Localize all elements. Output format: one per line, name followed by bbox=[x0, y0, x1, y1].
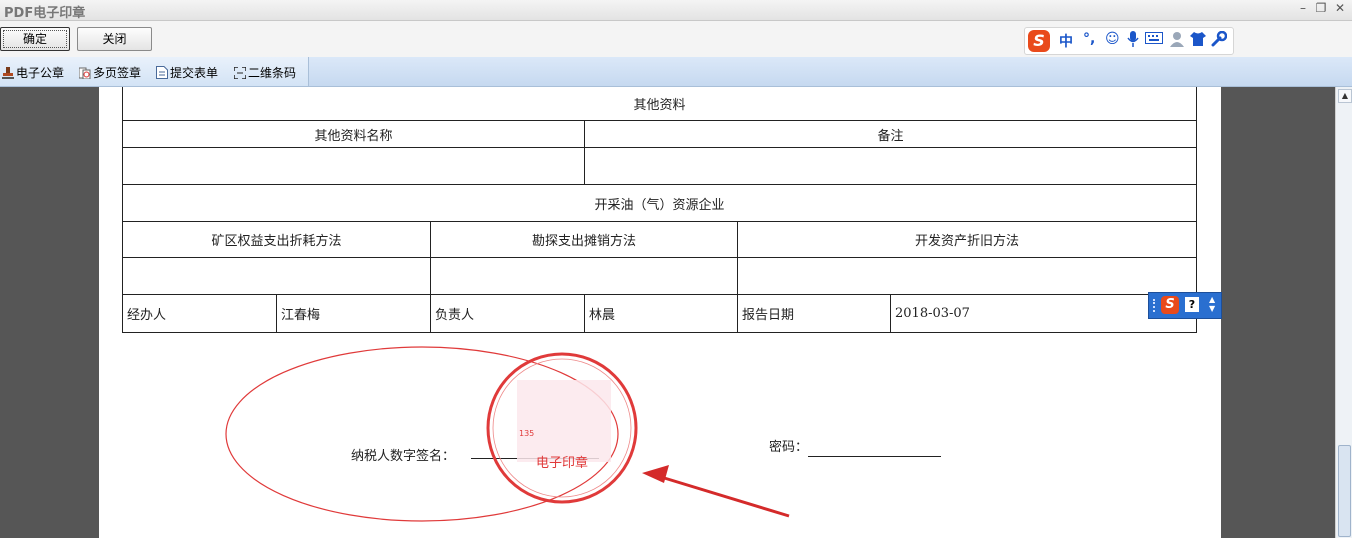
seal-tools-panel: 电子公章 多页签章 提交表单 二维条码 bbox=[0, 57, 309, 86]
stamp-icon bbox=[2, 67, 14, 79]
tool-stamp-label: 电子公章 bbox=[16, 66, 65, 80]
keyboard-icon[interactable] bbox=[1145, 31, 1163, 49]
emoji-icon[interactable]: ☺ bbox=[1105, 31, 1120, 47]
tool-stamp[interactable]: 电子公章 bbox=[2, 64, 64, 81]
close-window-button[interactable]: ✕ bbox=[1333, 1, 1347, 15]
floating-ime-bar[interactable]: S ? ▲ ▼ bbox=[1148, 292, 1222, 319]
tool-submit-form[interactable]: 提交表单 bbox=[156, 64, 218, 81]
tool-submit-form-label: 提交表单 bbox=[170, 66, 219, 80]
tools-icon[interactable] bbox=[1211, 30, 1228, 51]
pdf-page: 其他资料 其他资料名称 备注 开采油（气）资源企业 矿区权益支出折耗方法 勘探支… bbox=[99, 87, 1221, 538]
blurred-seal-content bbox=[517, 380, 611, 462]
seal-toolbar: 电子公章 多页签章 提交表单 二维条码 bbox=[0, 57, 1352, 87]
tool-multi-page-seal[interactable]: 多页签章 bbox=[78, 64, 142, 81]
chinese-mode-icon[interactable]: 中 bbox=[1059, 31, 1073, 51]
sogou-logo-icon[interactable]: S bbox=[1028, 30, 1050, 52]
scroll-up-arrow-icon[interactable]: ▲ bbox=[1338, 89, 1352, 103]
restore-button[interactable]: ❐ bbox=[1314, 1, 1328, 15]
window-title: PDF电子印章 bbox=[4, 6, 86, 21]
ok-button[interactable]: 确定 bbox=[0, 27, 70, 51]
voice-icon[interactable] bbox=[1127, 31, 1139, 51]
arrow-shaft bbox=[660, 475, 790, 518]
pdf-viewer[interactable]: 其他资料 其他资料名称 备注 开采油（气）资源企业 矿区权益支出折耗方法 勘探支… bbox=[0, 87, 1335, 538]
user-icon[interactable] bbox=[1169, 31, 1185, 51]
skin-icon[interactable] bbox=[1189, 31, 1207, 51]
help-icon[interactable]: ? bbox=[1185, 297, 1199, 312]
electronic-seal[interactable]: 电子印章 135 bbox=[486, 352, 638, 504]
ime-status-bar: S 中 °, ☺ bbox=[1024, 27, 1234, 55]
scroll-thumb[interactable] bbox=[1338, 445, 1351, 537]
submit-form-icon bbox=[156, 66, 168, 79]
pointer-arrow bbox=[642, 465, 790, 518]
seal-overlay: 电子印章 135 bbox=[225, 346, 790, 522]
arrow-head bbox=[642, 465, 669, 483]
punctuation-icon[interactable]: °, bbox=[1083, 31, 1095, 47]
action-toolbar: 确定 关闭 S 中 °, ☺ bbox=[0, 21, 1352, 57]
title-bar: PDF电子印章 – ❐ ✕ bbox=[0, 0, 1352, 21]
tool-multi-page-seal-label: 多页签章 bbox=[93, 66, 142, 80]
tool-qr-code-label: 二维条码 bbox=[248, 66, 297, 80]
seal-fragment-text: 135 bbox=[519, 429, 534, 438]
qr-code-icon bbox=[233, 66, 247, 80]
drag-handle-icon[interactable] bbox=[1153, 299, 1157, 312]
multi-page-seal-icon bbox=[78, 67, 91, 80]
seal-text: 电子印章 bbox=[536, 455, 588, 471]
tool-qr-code[interactable]: 二维条码 bbox=[233, 64, 297, 81]
vertical-scrollbar[interactable]: ▲ bbox=[1335, 87, 1352, 538]
close-button[interactable]: 关闭 bbox=[77, 27, 152, 51]
minimize-button[interactable]: – bbox=[1296, 1, 1310, 15]
expand-arrows-icon[interactable]: ▲ ▼ bbox=[1209, 295, 1215, 313]
sogou-floating-logo-icon[interactable]: S bbox=[1161, 296, 1179, 314]
